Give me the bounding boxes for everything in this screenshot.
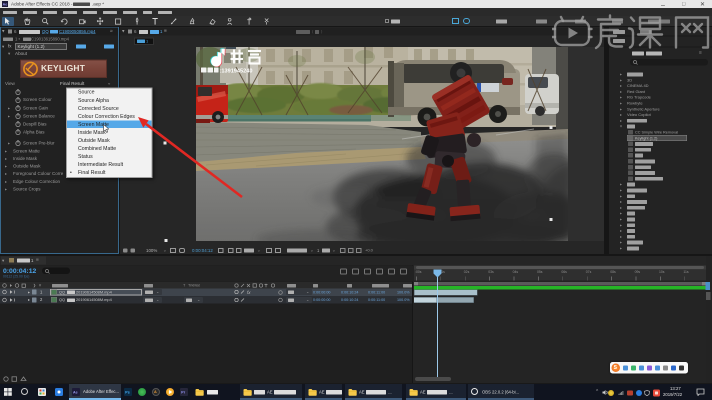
svg-text::1391945240: :1391945240: [220, 68, 253, 74]
svg-text:fx: fx: [247, 290, 251, 295]
